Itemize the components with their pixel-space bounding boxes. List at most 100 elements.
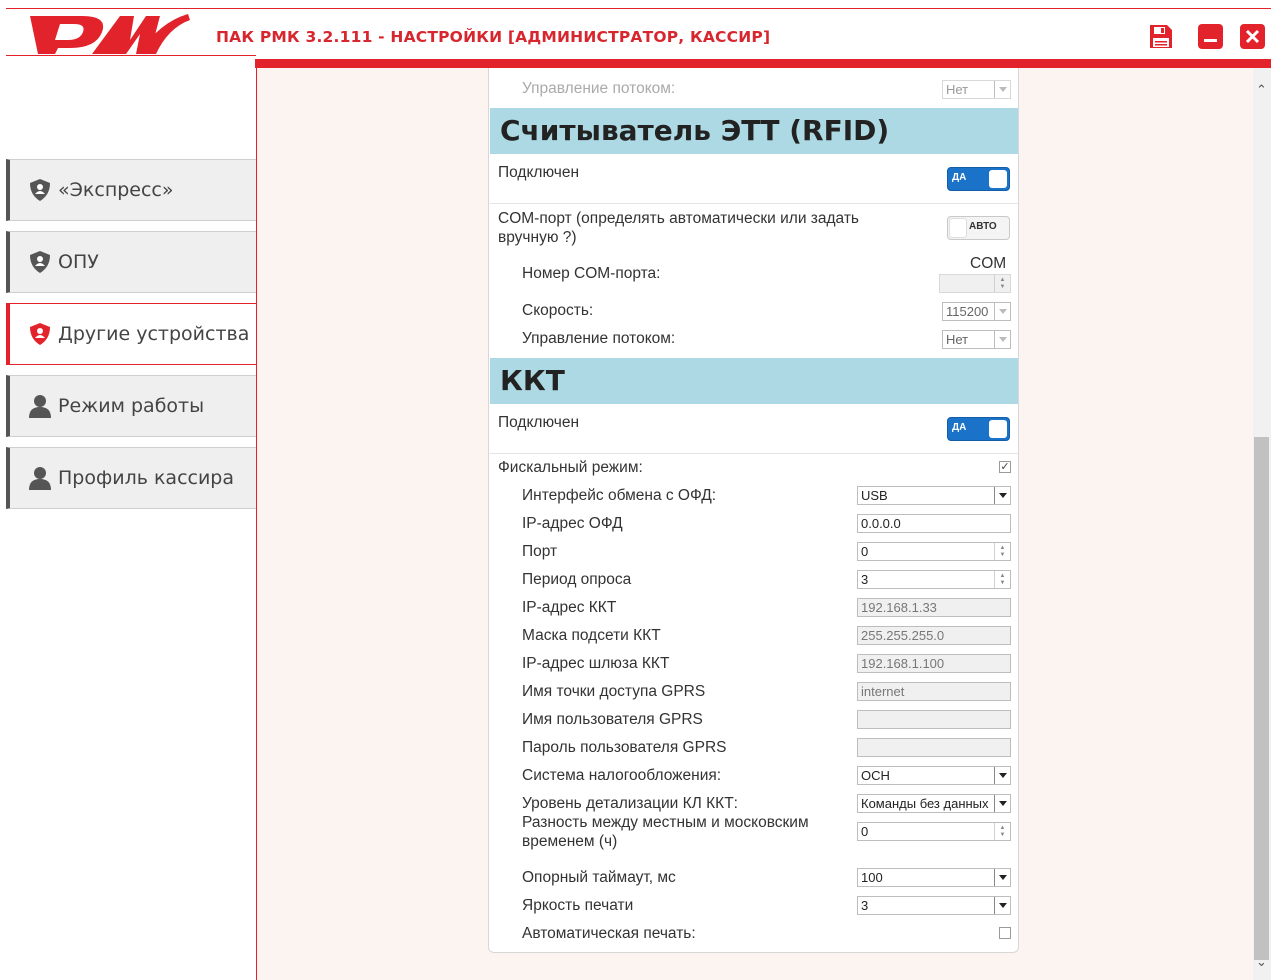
- sidebar-item-label: Другие устройства: [58, 323, 250, 345]
- chevron-down-icon: [994, 303, 1010, 320]
- close-button[interactable]: [1240, 24, 1265, 49]
- gprs-user-field: [857, 710, 1011, 729]
- sidebar-item-cashier-profile[interactable]: Профиль кассира: [6, 447, 256, 509]
- sidebar-item-label: Профиль кассира: [58, 467, 235, 489]
- scroll-down-arrow[interactable]: ⌄: [1254, 954, 1269, 969]
- com-prefix: COM: [970, 255, 1007, 272]
- spinner-arrows-icon: ▲ ▼: [994, 571, 1010, 588]
- title-top-line: [6, 8, 1271, 9]
- auto-print-checkbox[interactable]: [999, 927, 1011, 939]
- user-icon: [28, 394, 52, 418]
- app-title: ПАК РМК 3.2.111 - НАСТРОЙКИ [АДМИНИСТРАТ…: [216, 28, 771, 46]
- tax-system-label: Система налогообложения:: [522, 767, 722, 784]
- shield-icon: [28, 322, 52, 346]
- rfid-flow-select[interactable]: Нет: [942, 330, 1011, 349]
- chevron-down-icon: [994, 81, 1010, 98]
- divider: [490, 453, 1018, 454]
- log-detail-label: Уровень детализации КЛ ККТ:: [522, 795, 738, 812]
- field-value: USB: [861, 488, 888, 503]
- field-value: 0.0.0.0: [861, 516, 901, 531]
- toggle-knob: [949, 218, 967, 238]
- kkt-mask-field: 255.255.255.0: [857, 626, 1011, 645]
- com-number-spinner[interactable]: ▲ ▼: [939, 274, 1011, 293]
- field-value: 3: [861, 898, 869, 913]
- rzd-logo: [30, 14, 190, 54]
- field-value: 192.168.1.33: [861, 600, 937, 615]
- kkt-gateway-label: IP-адрес шлюза ККТ: [522, 655, 670, 672]
- kkt-section-heading: ККТ: [490, 358, 1018, 404]
- rfid-section-heading: Считыватель ЭТТ (RFID): [490, 108, 1018, 154]
- kkt-connected-toggle[interactable]: ДА: [947, 417, 1010, 441]
- chevron-down-icon: [994, 897, 1010, 914]
- ofd-interface-select[interactable]: USB: [857, 486, 1011, 505]
- sidebar-item-other-devices[interactable]: Другие устройства: [6, 303, 256, 365]
- flow-control-label: Управление потоком:: [522, 80, 676, 97]
- spinner-arrows-icon: ▲ ▼: [994, 823, 1010, 840]
- field-value: 255.255.255.0: [861, 628, 945, 643]
- save-button[interactable]: [1148, 24, 1173, 49]
- fiscal-mode-checkbox[interactable]: ✓: [999, 461, 1011, 473]
- settings-panel: Управление потоком: Нет Считыватель ЭТТ …: [488, 68, 1019, 953]
- select-value: Нет: [946, 82, 969, 97]
- sidebar-item-work-mode[interactable]: Режим работы: [6, 375, 256, 437]
- sidebar-item-opu[interactable]: ОПУ: [6, 231, 256, 293]
- log-detail-select[interactable]: Команды без данных: [857, 794, 1011, 813]
- sidebar-item-label: Режим работы: [58, 395, 205, 417]
- gprs-apn-field: internet: [857, 682, 1011, 701]
- toggle-knob: [989, 420, 1007, 438]
- chevron-down-icon: [994, 331, 1010, 348]
- shield-icon: [28, 250, 52, 274]
- sidebar: «Экспресс» ОПУ Другие устройства Режим р…: [0, 68, 256, 980]
- chevron-down-icon: [994, 767, 1010, 784]
- rfid-flow-label: Управление потоком:: [522, 330, 676, 347]
- kkt-connected-label: Подключен: [498, 414, 580, 431]
- speed-label: Скорость:: [522, 302, 594, 319]
- save-icon: [1150, 25, 1172, 48]
- title-bar: ПАК РМК 3.2.111 - НАСТРОЙКИ [АДМИНИСТРАТ…: [0, 0, 1271, 68]
- field-value: internet: [861, 684, 905, 699]
- scroll-up-arrow[interactable]: ⌃: [1254, 82, 1269, 97]
- select-value: 115200: [946, 304, 989, 319]
- chevron-down-icon: [994, 487, 1010, 504]
- field-value: 100: [861, 870, 883, 885]
- field-value: Команды без данных: [861, 796, 989, 811]
- flow-control-select[interactable]: Нет: [942, 80, 1011, 99]
- print-brightness-label: Яркость печати: [522, 897, 634, 914]
- header-accent-bar: [255, 59, 1271, 68]
- user-icon: [28, 466, 52, 490]
- com-auto-toggle[interactable]: АВТО: [947, 216, 1010, 240]
- fiscal-mode-label: Фискальный режим:: [498, 459, 643, 476]
- scrollbar-thumb[interactable]: [1254, 437, 1269, 960]
- gprs-user-label: Имя пользователя GPRS: [522, 711, 703, 728]
- print-brightness-select[interactable]: 3: [857, 896, 1011, 915]
- speed-select[interactable]: 115200: [942, 302, 1011, 321]
- kkt-gateway-field: 192.168.1.100: [857, 654, 1011, 673]
- field-value: 192.168.1.100: [861, 656, 945, 671]
- rfid-connected-label: Подключен: [498, 164, 580, 181]
- ofd-interface-label: Интерфейс обмена с ОФД:: [522, 487, 717, 504]
- rfid-connected-toggle[interactable]: ДА: [947, 167, 1010, 191]
- gprs-password-field: [857, 738, 1011, 757]
- tax-system-select[interactable]: ОСН: [857, 766, 1011, 785]
- divider: [490, 203, 1018, 204]
- poll-period-spinner[interactable]: 3 ▲ ▼: [857, 570, 1011, 589]
- port-spinner[interactable]: 0 ▲ ▼: [857, 542, 1011, 561]
- field-value: 0: [861, 544, 869, 559]
- kkt-mask-label: Маска подсети ККТ: [522, 627, 661, 644]
- toggle-label: АВТО: [969, 221, 997, 232]
- ofd-ip-field[interactable]: 0.0.0.0: [857, 514, 1011, 533]
- gprs-password-label: Пароль пользователя GPRS: [522, 739, 727, 756]
- kkt-ip-label: IP-адрес ККТ: [522, 599, 617, 616]
- toggle-label: ДА: [952, 422, 967, 433]
- minimize-button[interactable]: [1198, 24, 1223, 49]
- field-value: 0: [861, 824, 869, 839]
- select-value: Нет: [946, 332, 969, 347]
- sidebar-item-express[interactable]: «Экспресс»: [6, 159, 256, 221]
- chevron-down-icon: [994, 795, 1010, 812]
- base-timeout-select[interactable]: 100: [857, 868, 1011, 887]
- toggle-label: ДА: [952, 172, 967, 183]
- gprs-apn-label: Имя точки доступа GPRS: [522, 683, 706, 700]
- field-value: 3: [861, 572, 869, 587]
- time-offset-spinner[interactable]: 0 ▲ ▼: [857, 822, 1011, 841]
- toggle-knob: [989, 170, 1007, 188]
